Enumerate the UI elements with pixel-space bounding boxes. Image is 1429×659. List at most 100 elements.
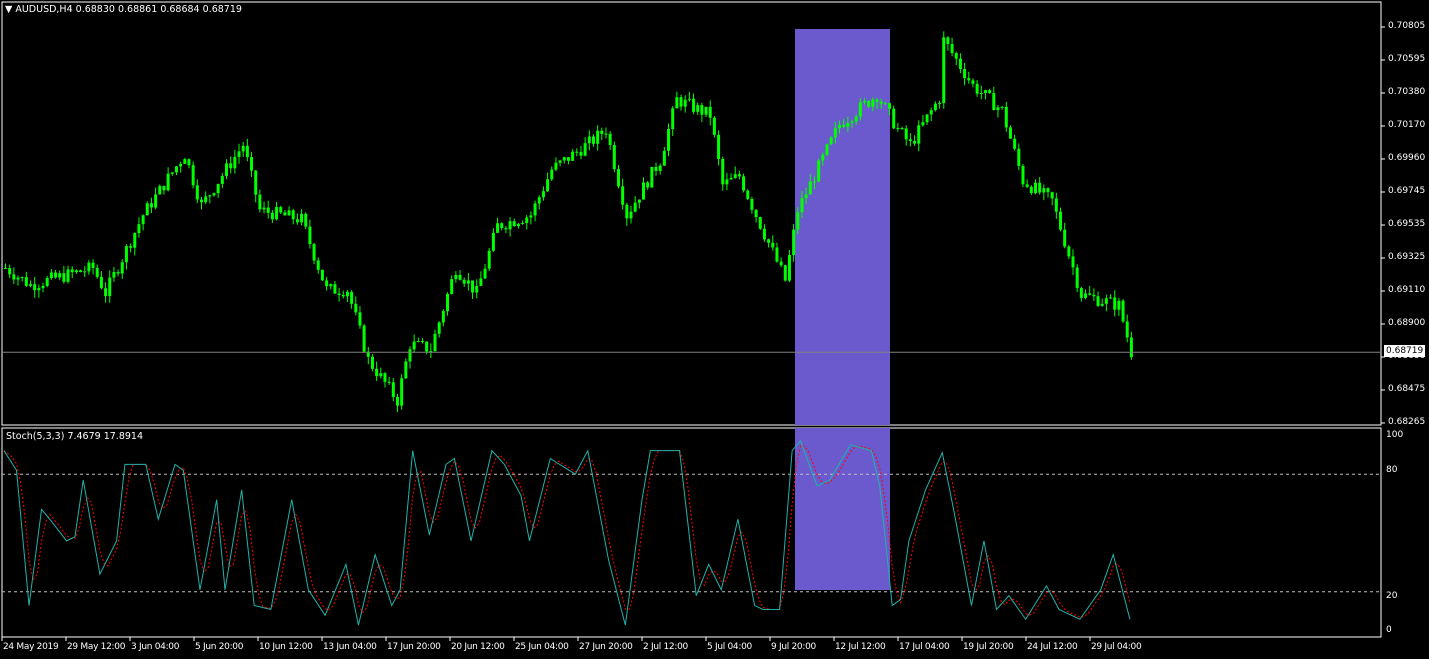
candle-body [1042,188,1046,193]
candle-body [808,181,812,195]
candle-body [717,134,721,159]
candle-body [354,303,358,313]
candle-body [325,280,329,287]
candle-body [446,293,450,312]
candle-body [958,58,962,70]
candle-body [579,151,583,156]
candle-body [329,284,333,287]
candle-body [462,279,466,284]
candle-body [20,277,24,279]
candle-body [533,203,537,216]
candle-body [825,144,829,155]
candle-body [158,185,162,195]
candle-body [1079,287,1083,298]
candle-body [458,274,462,280]
candle-body [850,121,854,123]
candle-body [270,212,274,220]
candle-body [562,157,566,161]
candle-body [1038,182,1042,193]
candle-body [104,288,108,297]
candle-body [204,196,208,203]
candle-body [646,182,650,188]
candle-body [1121,300,1125,322]
candle-body [120,262,124,274]
candle-body [496,223,500,233]
candle-body [942,37,946,103]
candle-body [66,269,70,282]
chart-header: ▼ AUDUSD,H4 0.68830 0.68861 0.68684 0.68… [5,4,242,15]
candle-body [796,212,800,230]
candle-body [174,166,178,173]
stoch-pane-border [1,427,1382,638]
candle-body [1084,293,1088,298]
chart-canvas[interactable] [0,0,1429,659]
time-axis-label: 29 Jul 04:00 [1091,642,1142,652]
symbol-label: AUDUSD,H4 [15,4,73,15]
candle-body [1109,297,1113,299]
candle-body [779,261,783,266]
ohlc-open: 0.68830 [75,4,115,15]
candle-body [633,202,637,212]
candle-body [775,247,779,262]
candle-body [1063,229,1067,247]
candle-body [1067,246,1071,257]
candle-body [616,169,620,187]
candle-body [667,129,671,151]
stoch-axis-label: 0 [1386,625,1392,635]
time-axis-label: 20 Jun 12:00 [451,642,505,652]
candle-body [195,185,199,200]
candle-body [295,219,299,223]
candle-body [262,207,266,210]
candle-body [479,278,483,286]
time-axis-label: 25 Jun 04:00 [515,642,569,652]
candle-body [137,224,141,234]
candle-body [183,159,187,164]
candle-body [254,170,258,195]
candle-body [1029,186,1033,194]
candle-body [629,211,633,219]
candle-body [441,311,445,323]
candle-body [591,136,595,144]
candle-body [41,285,45,289]
candle-body [395,396,399,406]
candle-body [337,293,341,295]
candle-body [162,185,166,191]
candle-body [621,186,625,205]
candle-body [241,145,245,152]
candle-body [154,194,158,208]
candle-body [858,102,862,117]
candle-body [229,163,233,169]
candle-body [658,165,662,171]
candle-body [1059,211,1063,230]
candle-body [129,246,133,248]
price-axis-label: 0.68900 [1388,318,1426,328]
candle-body [408,349,412,362]
highlight-rect-price [795,29,890,425]
candle-body [350,291,354,304]
time-axis-label: 19 Jul 20:00 [963,642,1014,652]
candle-body [471,280,475,293]
candle-body [650,166,654,188]
candle-body [692,98,696,112]
candle-body [74,270,78,273]
candle-body [170,172,174,174]
candle-body [1046,188,1050,193]
candle-body [62,273,66,282]
candle-body [116,272,120,274]
candle-body [287,210,291,216]
candle-body [754,209,758,218]
candle-body [220,175,224,184]
candle-body [704,106,708,115]
candle-body [475,285,479,293]
candle-body [817,160,821,182]
candle-body [929,110,933,115]
candle-body [521,223,525,225]
candle-body [529,215,533,218]
candle-body [833,128,837,138]
candle-body [400,378,404,406]
candle-body [45,278,49,286]
ohlc-close: 0.68719 [202,4,242,15]
dropdown-triangle-icon[interactable]: ▼ [5,4,12,15]
candle-body [537,197,541,204]
candle-body [800,198,804,213]
